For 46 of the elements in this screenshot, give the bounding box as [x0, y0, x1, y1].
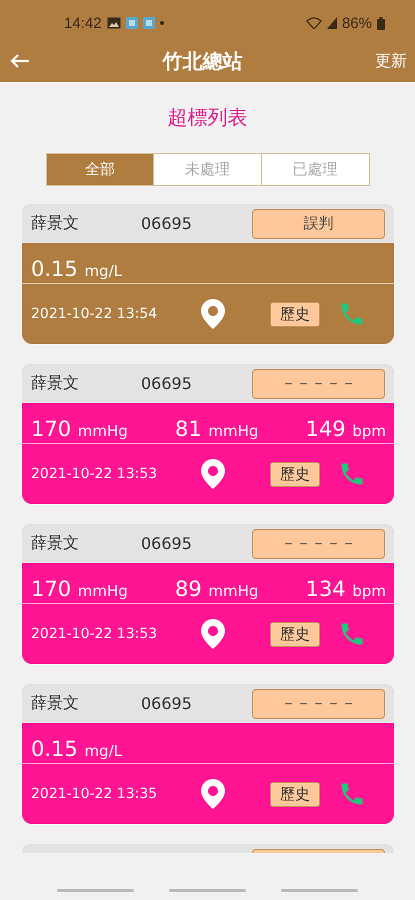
location-pin-icon[interactable]: [201, 299, 225, 329]
list-title: 超標列表: [166, 104, 248, 131]
history-button[interactable]: 歷史: [270, 462, 320, 486]
image-icon: [106, 17, 121, 29]
person-id: 06695: [141, 214, 193, 233]
dot-icon: [160, 21, 164, 25]
record-time: 2021-10-22 13:53: [31, 626, 158, 642]
filter-tab[interactable]: 全部: [46, 154, 154, 185]
status-button[interactable]: 誤判: [252, 208, 385, 238]
reading-value: 134 bpm: [306, 577, 386, 601]
battery-icon: [377, 16, 385, 30]
app-icon: [126, 17, 138, 29]
wifi-icon: [306, 17, 322, 29]
reading-value: 89 mmHg: [174, 577, 258, 601]
location-pin-icon[interactable]: [201, 779, 225, 809]
reading-value: 149 bpm: [306, 417, 386, 441]
status-button[interactable]: －－－－－: [252, 528, 385, 558]
reading-value: 170 mmHg: [31, 417, 128, 441]
person-name: 薛景文: [31, 693, 80, 714]
status-button[interactable]: －－－－－: [252, 688, 385, 718]
reading-value: 81 mmHg: [174, 417, 258, 441]
location-pin-icon[interactable]: [201, 619, 225, 649]
person-name: 薛景文: [31, 373, 80, 394]
status-time: 14:42: [64, 14, 102, 32]
station-title: 竹北總站: [162, 48, 242, 74]
signal-icon: [326, 17, 337, 29]
record-time: 2021-10-22 13:35: [31, 786, 158, 802]
history-button[interactable]: 歷史: [270, 302, 320, 326]
reading-value: 170 mmHg: [31, 577, 128, 601]
reading-value: 0.15 mg/L: [31, 737, 122, 761]
location-pin-icon[interactable]: [201, 459, 225, 489]
reading-value: 0.15 mg/L: [31, 257, 122, 281]
person-id: 06695: [141, 374, 193, 393]
history-button[interactable]: 歷史: [270, 782, 320, 806]
person-id: 06695: [141, 694, 193, 713]
person-id: 06695: [141, 534, 193, 553]
person-name: 薛景文: [31, 213, 80, 234]
record-time: 2021-10-22 13:53: [31, 466, 158, 482]
status-button[interactable]: －－－－－: [252, 368, 385, 398]
app-icon: [142, 17, 155, 29]
refresh-button[interactable]: 更新: [375, 50, 407, 72]
back-icon[interactable]: [10, 53, 30, 69]
history-button[interactable]: 歷史: [270, 622, 320, 646]
battery-level: 86%: [342, 14, 372, 32]
record-time: 2021-10-22 13:54: [31, 306, 158, 322]
person-name: 薛景文: [31, 533, 80, 554]
